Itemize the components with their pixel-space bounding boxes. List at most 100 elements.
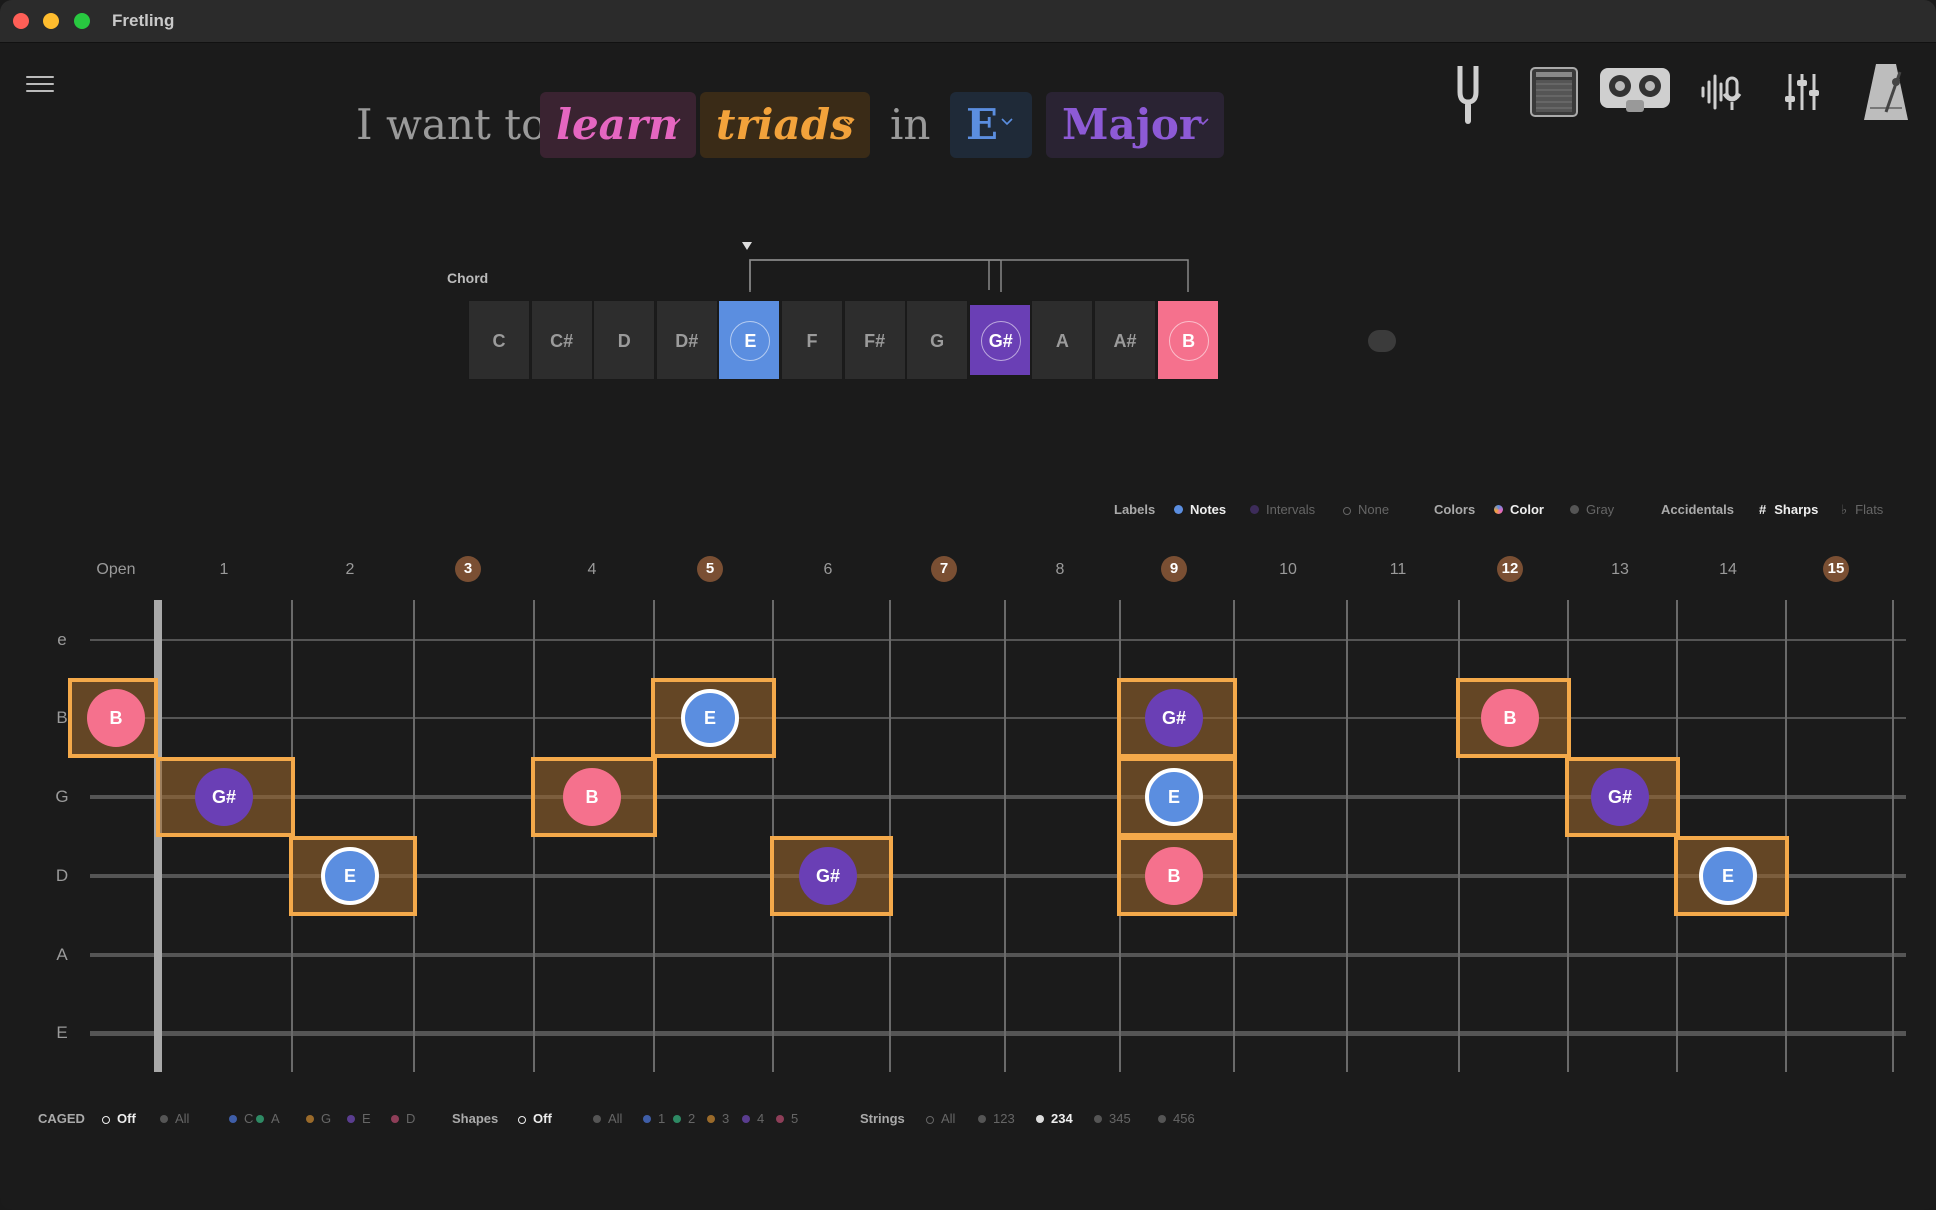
- note-key-label: G#: [980, 321, 1021, 361]
- shapes-option[interactable]: 2: [673, 1111, 695, 1126]
- fret-note-fifth[interactable]: B: [87, 689, 145, 747]
- fret-note-third[interactable]: G#: [1145, 689, 1203, 747]
- option-indicator: [926, 1116, 934, 1124]
- shapes-option[interactable]: 5: [776, 1111, 798, 1126]
- metronome-icon[interactable]: [1860, 60, 1912, 124]
- strings-option[interactable]: 345: [1094, 1111, 1131, 1126]
- note-key[interactable]: D#: [655, 300, 718, 380]
- fret-note-root[interactable]: E: [321, 847, 379, 905]
- caged-option[interactable]: G: [306, 1111, 331, 1126]
- mode-dropdown[interactable]: learn: [540, 92, 696, 158]
- fret-note-third[interactable]: G#: [799, 847, 857, 905]
- triad-bracket-lines: [749, 259, 1189, 292]
- strings-option[interactable]: All: [926, 1111, 955, 1126]
- fret-note-fifth[interactable]: B: [1145, 847, 1203, 905]
- menu-icon[interactable]: [26, 76, 54, 94]
- fret-note-fifth[interactable]: B: [563, 768, 621, 826]
- labels-none-option[interactable]: None: [1343, 502, 1389, 517]
- tuning-fork-icon[interactable]: [1450, 62, 1486, 126]
- sentence-connector: in: [890, 100, 931, 149]
- key-dropdown[interactable]: E: [950, 92, 1032, 158]
- labels-notes-option[interactable]: Notes: [1174, 502, 1226, 517]
- minimize-window-button[interactable]: [43, 13, 59, 29]
- colors-gray-option[interactable]: Gray: [1570, 502, 1614, 517]
- app-window: Fretling I want to learn triads in E Maj…: [0, 0, 1936, 1210]
- voice-mic-icon[interactable]: [1700, 70, 1746, 114]
- option-indicator: [1036, 1115, 1044, 1123]
- caged-option[interactable]: E: [347, 1111, 371, 1126]
- scale-dropdown[interactable]: Major: [1046, 92, 1224, 158]
- note-key[interactable]: A: [1031, 300, 1094, 380]
- note-key-label: C: [492, 331, 506, 351]
- fret-note-third[interactable]: G#: [1591, 768, 1649, 826]
- option-indicator: [306, 1115, 314, 1123]
- caged-option[interactable]: A: [256, 1111, 280, 1126]
- scale-value: Major: [1062, 100, 1202, 149]
- fret-line: [1892, 600, 1894, 1072]
- shapes-option[interactable]: 4: [742, 1111, 764, 1126]
- note-key[interactable]: C#: [530, 300, 593, 380]
- shapes-option[interactable]: All: [593, 1111, 622, 1126]
- option-indicator: [776, 1115, 784, 1123]
- fret-note-root[interactable]: E: [1145, 768, 1203, 826]
- accidentals-flats-option[interactable]: ♭ Flats: [1841, 502, 1883, 518]
- strings-option[interactable]: 234: [1036, 1111, 1073, 1126]
- note-key-label: B: [1168, 321, 1209, 361]
- note-key[interactable]: E: [718, 300, 781, 380]
- labels-title: Labels: [1114, 502, 1156, 517]
- fret-number: 4: [587, 561, 597, 578]
- caged-option[interactable]: C: [229, 1111, 253, 1126]
- shapes-option[interactable]: 1: [643, 1111, 665, 1126]
- note-key[interactable]: G#: [968, 304, 1031, 376]
- accidentals-sharps-option[interactable]: # Sharps: [1759, 502, 1818, 517]
- note-key[interactable]: C: [468, 300, 530, 380]
- caged-option[interactable]: All: [160, 1111, 189, 1126]
- note-key-label: D: [617, 331, 631, 351]
- labels-intervals-option[interactable]: Intervals: [1250, 502, 1315, 517]
- option-indicator: [229, 1115, 237, 1123]
- close-window-button[interactable]: [13, 13, 29, 29]
- fret-note-third[interactable]: G#: [195, 768, 253, 826]
- topic-dropdown[interactable]: triads: [700, 92, 870, 158]
- colors-color-option[interactable]: Color: [1494, 502, 1544, 517]
- caged-option[interactable]: Off: [102, 1111, 136, 1126]
- cassette-icon[interactable]: [1598, 62, 1672, 116]
- fret-number: 13: [1611, 561, 1629, 578]
- strings-option[interactable]: 456: [1158, 1111, 1195, 1126]
- note-key[interactable]: F#: [843, 300, 906, 380]
- zoom-window-button[interactable]: [74, 13, 90, 29]
- note-key-label: E: [730, 321, 771, 361]
- fret-note-root[interactable]: E: [1699, 847, 1757, 905]
- key-value: E: [966, 100, 999, 149]
- amplifier-icon[interactable]: [1528, 62, 1580, 120]
- note-key[interactable]: A#: [1094, 300, 1156, 380]
- option-indicator: [742, 1115, 750, 1123]
- string-name: D: [55, 866, 69, 885]
- fret-note-root[interactable]: E: [681, 689, 739, 747]
- fret-number: 15: [1823, 556, 1849, 582]
- option-indicator: [673, 1115, 681, 1123]
- chord-toggle[interactable]: [1368, 330, 1396, 352]
- note-key-label: F: [806, 331, 818, 351]
- mixer-sliders-icon[interactable]: [1784, 72, 1820, 112]
- option-indicator: [102, 1116, 110, 1124]
- string-line: [90, 1030, 1906, 1036]
- shapes-option[interactable]: 3: [707, 1111, 729, 1126]
- string-name: G: [55, 787, 69, 806]
- strings-option[interactable]: 123: [978, 1111, 1015, 1126]
- note-key[interactable]: G: [906, 300, 969, 380]
- note-key[interactable]: F: [781, 300, 843, 380]
- note-key-label: A#: [1113, 331, 1137, 351]
- note-key[interactable]: D: [593, 300, 656, 380]
- option-indicator: [593, 1115, 601, 1123]
- sentence-prefix: I want to: [356, 100, 547, 149]
- note-key[interactable]: B: [1156, 300, 1219, 380]
- fret-note-fifth[interactable]: B: [1481, 689, 1539, 747]
- shapes-option[interactable]: Off: [518, 1111, 552, 1126]
- accidentals-title: Accidentals: [1661, 502, 1734, 517]
- window-title: Fretling: [112, 11, 175, 30]
- caged-option[interactable]: D: [391, 1111, 415, 1126]
- chevron-down-icon: [1001, 118, 1013, 126]
- fret-number: 5: [697, 556, 723, 582]
- option-indicator: [643, 1115, 651, 1123]
